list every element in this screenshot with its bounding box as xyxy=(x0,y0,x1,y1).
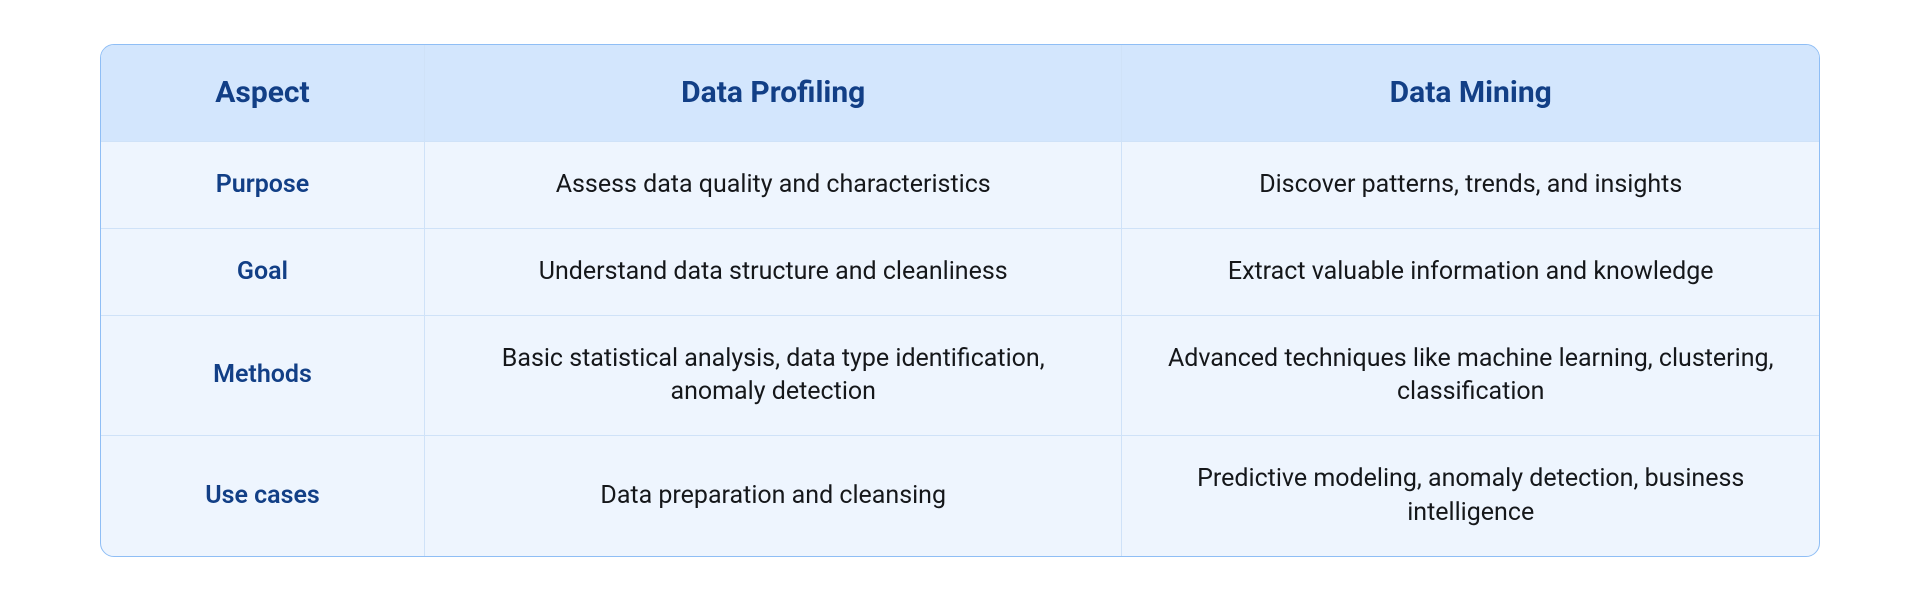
row-profiling-cell: Data preparation and cleansing xyxy=(424,436,1122,556)
table-row: Use cases Data preparation and cleansing… xyxy=(101,435,1819,556)
table-header-row: Aspect Data Profiling Data Mining xyxy=(101,45,1819,142)
header-mining: Data Mining xyxy=(1121,45,1819,142)
row-aspect-label: Methods xyxy=(101,316,424,436)
header-profiling: Data Profiling xyxy=(424,45,1122,142)
row-mining-cell: Extract valuable information and knowled… xyxy=(1121,229,1819,315)
table-row: Purpose Assess data quality and characte… xyxy=(101,141,1819,228)
row-mining-cell: Advanced techniques like machine learnin… xyxy=(1121,316,1819,436)
table-row: Methods Basic statistical analysis, data… xyxy=(101,315,1819,436)
row-mining-cell: Predictive modeling, anomaly detection, … xyxy=(1121,436,1819,556)
row-aspect-label: Purpose xyxy=(101,142,424,228)
row-mining-cell: Discover patterns, trends, and insights xyxy=(1121,142,1819,228)
row-aspect-label: Use cases xyxy=(101,436,424,556)
row-profiling-cell: Assess data quality and characteristics xyxy=(424,142,1122,228)
row-profiling-cell: Understand data structure and cleanlines… xyxy=(424,229,1122,315)
header-aspect: Aspect xyxy=(101,45,424,142)
comparison-table: Aspect Data Profiling Data Mining Purpos… xyxy=(100,44,1820,557)
row-profiling-cell: Basic statistical analysis, data type id… xyxy=(424,316,1122,436)
table-row: Goal Understand data structure and clean… xyxy=(101,228,1819,315)
row-aspect-label: Goal xyxy=(101,229,424,315)
